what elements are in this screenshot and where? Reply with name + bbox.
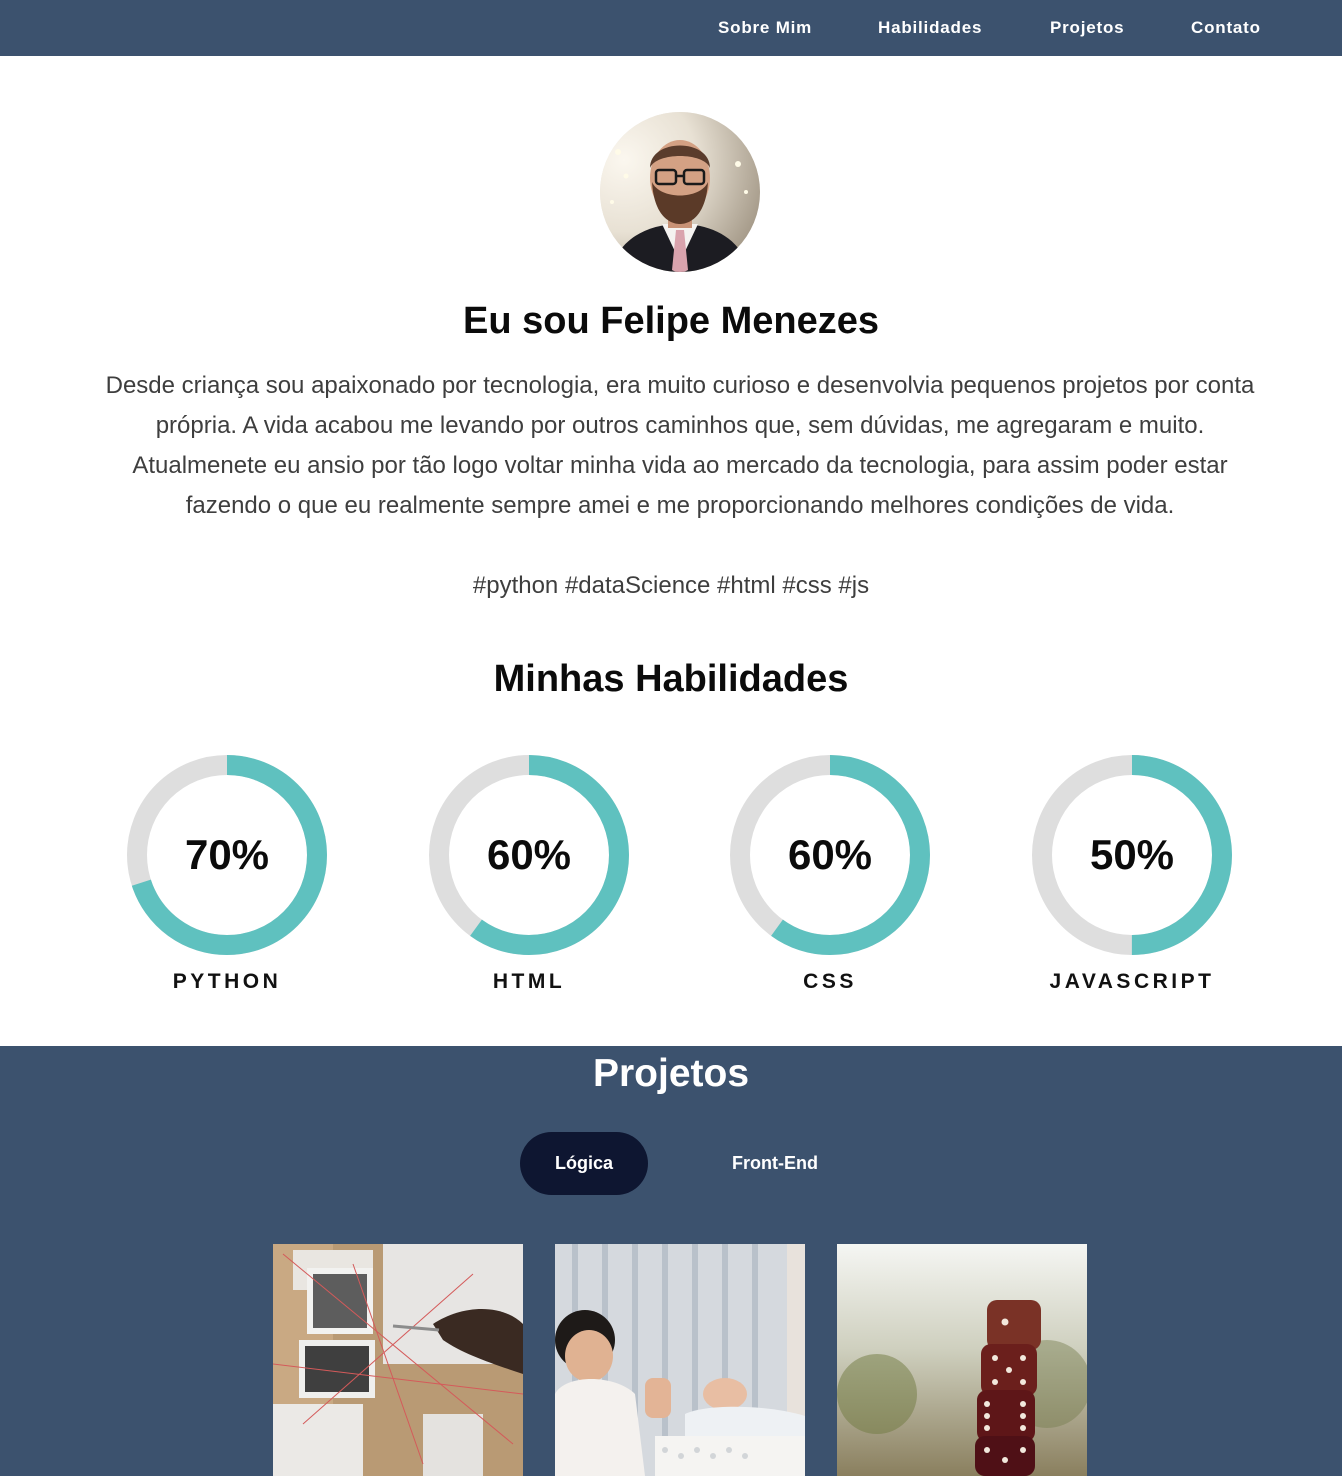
- skill-percent: 60%: [787, 831, 873, 878]
- nav-link-contato[interactable]: Contato: [1191, 18, 1261, 38]
- projects-title: Projetos: [592, 1052, 750, 1095]
- skill-percent: 70%: [184, 831, 270, 878]
- skill-ring-css: 60%: [729, 754, 931, 956]
- nav-link-habilidades[interactable]: Habilidades: [878, 18, 982, 38]
- skill-label-html: HTML: [492, 970, 566, 993]
- skill-label-javascript: JAVASCRIPT: [1049, 970, 1215, 993]
- skill-ring-html: 60%: [428, 754, 630, 956]
- profile-photo: [600, 112, 760, 272]
- rock-paper-scissors-photo: [555, 1244, 805, 1476]
- skill-ring-python: 70%: [126, 754, 328, 956]
- tab-front-end[interactable]: Front-End: [700, 1132, 850, 1195]
- stacked-dice-photo: [837, 1244, 1087, 1476]
- projects-section: Projetos Lógica Front-End: [0, 1046, 1342, 1476]
- project-card-stacked-dice[interactable]: [837, 1244, 1087, 1476]
- skill-percent: 50%: [1089, 831, 1175, 878]
- hero-title: Eu sou Felipe Menezes: [463, 300, 879, 342]
- skill-label-css: CSS: [803, 970, 857, 993]
- skill-label-python: PYTHON: [172, 970, 282, 993]
- tab-logica[interactable]: Lógica: [520, 1132, 648, 1195]
- skill-percent: 60%: [486, 831, 572, 878]
- project-card-investigation-board[interactable]: [273, 1244, 523, 1476]
- investigation-board-photo: [273, 1244, 523, 1476]
- project-card-rock-paper-scissors[interactable]: [555, 1244, 805, 1476]
- profile-avatar: [600, 112, 760, 272]
- skill-ring-javascript: 50%: [1031, 754, 1233, 956]
- top-navbar: Sobre Mim Habilidades Projetos Contato: [0, 0, 1342, 56]
- skills-title: Minhas Habilidades: [493, 658, 849, 700]
- nav-link-projetos[interactable]: Projetos: [1050, 18, 1124, 38]
- bio-paragraph: Desde criança sou apaixonado por tecnolo…: [105, 372, 1255, 519]
- nav-link-sobre-mim[interactable]: Sobre Mim: [718, 18, 812, 38]
- hashtags: #python #dataScience #html #css #js: [472, 572, 870, 599]
